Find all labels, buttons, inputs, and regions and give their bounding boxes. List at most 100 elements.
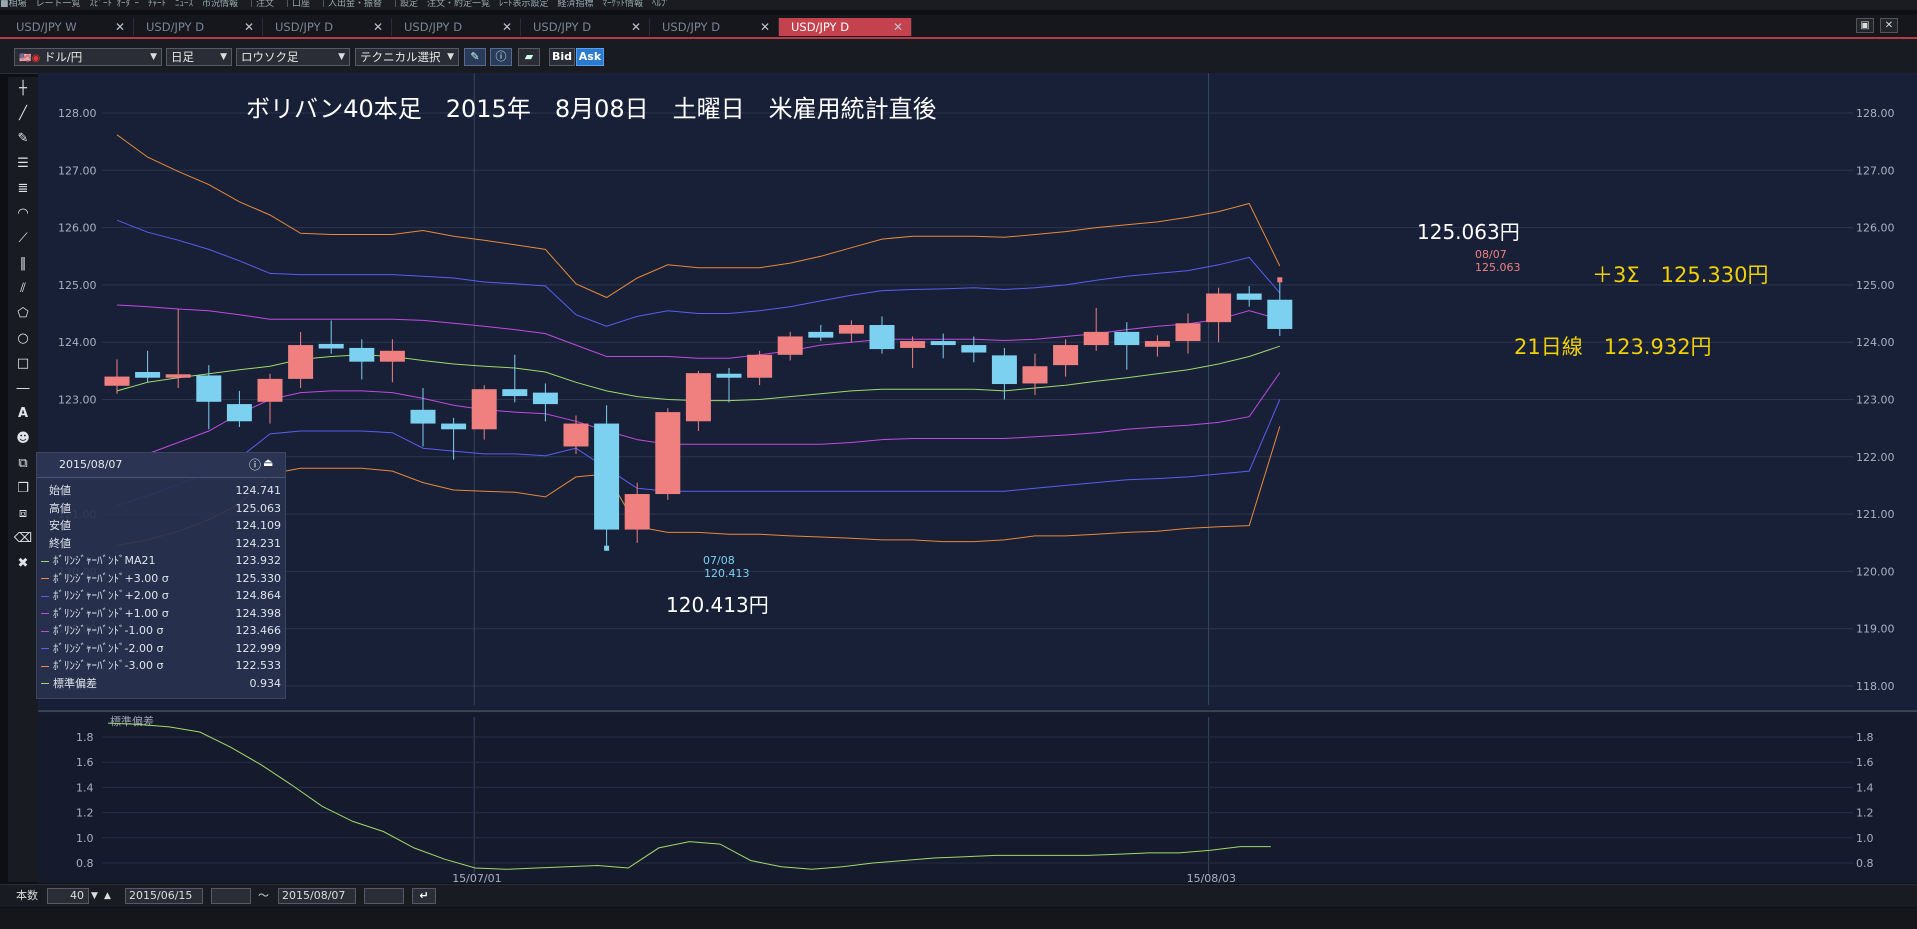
arc-icon[interactable]: ◠ xyxy=(12,204,34,224)
info-row-label: 始値 xyxy=(49,484,71,497)
tab-usdjpy-w[interactable]: USD/JPY W ✕ xyxy=(4,18,134,36)
close-icon[interactable]: ✕ xyxy=(502,18,512,36)
info-row: 終値 124.231 xyxy=(41,535,281,552)
legend-swatch xyxy=(41,648,49,649)
info-row-label: ﾎﾞﾘﾝｼﾞｬｰﾊﾞﾝﾄﾞMA21 xyxy=(53,554,156,567)
tab-usdjpy-d-1[interactable]: USD/JPY D ✕ xyxy=(134,18,263,36)
candle-body xyxy=(318,343,344,349)
sub-y-tick-label-left: 1.0 xyxy=(76,832,94,845)
candle-body xyxy=(655,412,681,495)
info-row-value: 0.934 xyxy=(249,676,282,690)
y-tick-label-left: 128.00 xyxy=(58,107,97,120)
range-tilde: ～ xyxy=(258,889,269,902)
candle-body xyxy=(1206,293,1232,323)
tab-usdjpy-d-active[interactable]: USD/JPY D ✕ xyxy=(779,18,912,36)
rectangle-icon[interactable]: □ xyxy=(12,354,34,374)
chart-area[interactable]: 128.00 128.00 127.00 127.00 126.00 126.00 125.… xyxy=(38,73,1917,885)
info-icon[interactable]: ⓘ xyxy=(249,456,261,473)
chart-svg[interactable]: 128.00 128.00 127.00 127.00 126.00 126.00 125.… xyxy=(38,73,1917,885)
y-tick-label-right: 128.00 xyxy=(1856,107,1895,120)
drawing-tools: ┼ ╱ ✎ ☰ ≣ ◠ ⟋ ‖ ⫽ ⬠ ○ □ ― A ☻ ⧉ ❐ ⧈ ⌫ ✖ xyxy=(8,77,39,882)
close-icon[interactable]: ✕ xyxy=(893,18,903,36)
info-date: 2015/08/07 xyxy=(59,458,123,471)
candle-body xyxy=(288,345,314,379)
legend-swatch xyxy=(41,630,49,632)
from-date-input[interactable]: 2015/06/15 xyxy=(125,888,203,904)
close-icon[interactable]: ✕ xyxy=(760,18,770,36)
restore-icon[interactable]: ▣ xyxy=(1856,18,1874,33)
chart-title-annotation: ボリバン40本足 2015年 8月08日 土曜日 米雇用統計直後 xyxy=(246,95,937,123)
to-date-input[interactable]: 2015/08/07 xyxy=(278,888,356,904)
menu-bar-text[interactable]: ■相場 レート一覧 ｽﾋﾟｰﾄﾞｵｰﾀﾞｰ ﾁｬｰﾄ ﾆｭｰｽ 市況情報 ｜注文… xyxy=(0,0,670,9)
channel-icon[interactable]: ≣ xyxy=(12,179,34,199)
duplicate-icon[interactable]: ❐ xyxy=(12,479,34,499)
ohlc-info-panel: 2015/08/07 ⓘ ⏏ 始値 124.741 高値 125.063 安値 124.1… xyxy=(36,452,286,699)
info-row-label: ﾎﾞﾘﾝｼﾞｬｰﾊﾞﾝﾄﾞ+1.00 σ xyxy=(53,606,169,620)
close-icon[interactable]: ✕ xyxy=(631,18,641,36)
chart-style-icon[interactable]: ▰ xyxy=(518,48,540,66)
dash-icon[interactable]: ― xyxy=(12,379,34,399)
info-row-value: 123.466 xyxy=(235,624,282,637)
info-row: ﾎﾞﾘﾝｼﾞｬｰﾊﾞﾝﾄﾞ-1.00 σ 123.466 xyxy=(41,622,281,639)
close-icon[interactable]: ✕ xyxy=(115,18,125,36)
info-row: 始値 124.741 xyxy=(41,482,281,499)
info-row-label: 安値 xyxy=(49,519,71,532)
vline-icon[interactable]: ‖ xyxy=(12,254,34,274)
count-input[interactable]: 40 xyxy=(47,888,89,904)
y-tick-label-left: 123.00 xyxy=(58,394,97,407)
close-icon[interactable]: ✕ xyxy=(373,18,383,36)
eraser-all-icon[interactable]: ✖ xyxy=(12,554,34,574)
candle-body xyxy=(532,392,558,405)
close-icon[interactable]: ✕ xyxy=(244,18,254,36)
tab-usdjpy-d-5[interactable]: USD/JPY D ✕ xyxy=(650,18,779,36)
pen-icon[interactable]: ✎ xyxy=(464,48,486,66)
count-down-icon[interactable]: ▼ xyxy=(91,888,98,904)
trendline-icon[interactable]: ╱ xyxy=(12,104,34,124)
chart-toolbar: 🇺🇸◉ ドル/円 ▼ 日足 ▼ ロウソク足 ▼ テクニカル選択 ▼ ✎ ⓘ ▰ Bid … xyxy=(0,39,1917,74)
chevron-down-icon: ▼ xyxy=(447,52,454,62)
info-icon[interactable]: ⓘ xyxy=(490,48,512,66)
chart-type-select[interactable]: ロウソク足 ▼ xyxy=(236,48,350,66)
hline-icon[interactable]: ☰ xyxy=(12,154,34,174)
eraser-icon[interactable]: ⌫ xyxy=(12,529,34,549)
high-tag-value: 125.063 xyxy=(1475,261,1521,274)
to-time-input[interactable] xyxy=(364,888,404,904)
circle-icon[interactable]: ○ xyxy=(12,329,34,349)
count-up-icon[interactable]: ▲ xyxy=(104,888,111,904)
y-tick-label-left: 125.00 xyxy=(58,279,97,292)
tab-usdjpy-d-2[interactable]: USD/JPY D ✕ xyxy=(263,18,392,36)
technical-select[interactable]: テクニカル選択 ▼ xyxy=(355,48,459,66)
sub-y-tick-label-left: 1.6 xyxy=(76,756,94,769)
text-icon[interactable]: A xyxy=(12,404,34,424)
menu-bar[interactable]: ■相場 レート一覧 ｽﾋﾟｰﾄﾞｵｰﾀﾞｰ ﾁｬｰﾄ ﾆｭｰｽ 市況情報 ｜注文… xyxy=(0,0,1917,10)
period-select[interactable]: 日足 ▼ xyxy=(166,48,232,66)
sub-y-tick-label-left: 0.8 xyxy=(76,857,94,870)
refresh-icon[interactable]: ↵ xyxy=(412,888,436,904)
fan-icon[interactable]: ⟋ xyxy=(12,229,34,249)
sub-y-tick-label-left: 1.4 xyxy=(76,781,94,794)
pair-label: ドル/円 xyxy=(43,50,83,64)
crosshair-icon[interactable]: ┼ xyxy=(12,79,34,99)
sub-pane-title: 標準偏差 xyxy=(110,714,154,728)
layers-icon[interactable]: ⧈ xyxy=(12,504,34,524)
gann-icon[interactable]: ⫽ xyxy=(12,279,34,299)
pentagon-icon[interactable]: ⬠ xyxy=(12,304,34,324)
candle-body xyxy=(165,374,191,378)
sub-y-tick-label-right: 1.8 xyxy=(1856,731,1874,744)
candle-body xyxy=(257,378,283,402)
info-row: ﾎﾞﾘﾝｼﾞｬｰﾊﾞﾝﾄﾞ-2.00 σ 122.999 xyxy=(41,640,281,657)
label-icon[interactable]: ☻ xyxy=(12,429,34,449)
currency-pair-select[interactable]: 🇺🇸◉ ドル/円 ▼ xyxy=(14,48,162,66)
bid-button[interactable]: Bid xyxy=(549,48,575,66)
copy-icon[interactable]: ⧉ xyxy=(12,454,34,474)
close-window-icon[interactable]: ✕ xyxy=(1880,18,1898,33)
collapse-icon[interactable]: ⏏ xyxy=(263,456,273,469)
from-time-input[interactable] xyxy=(211,888,251,904)
tab-usdjpy-d-4[interactable]: USD/JPY D ✕ xyxy=(521,18,650,36)
info-row: ﾎﾞﾘﾝｼﾞｬｰﾊﾞﾝﾄﾞ+1.00 σ 124.398 xyxy=(41,605,281,622)
count-label: 本数 xyxy=(16,889,38,902)
ask-button[interactable]: Ask xyxy=(576,48,604,66)
ruler-icon[interactable]: ✎ xyxy=(12,129,34,149)
tab-usdjpy-d-3[interactable]: USD/JPY D ✕ xyxy=(392,18,521,36)
info-row: ﾎﾞﾘﾝｼﾞｬｰﾊﾞﾝﾄﾞ+3.00 σ 125.330 xyxy=(41,570,281,587)
